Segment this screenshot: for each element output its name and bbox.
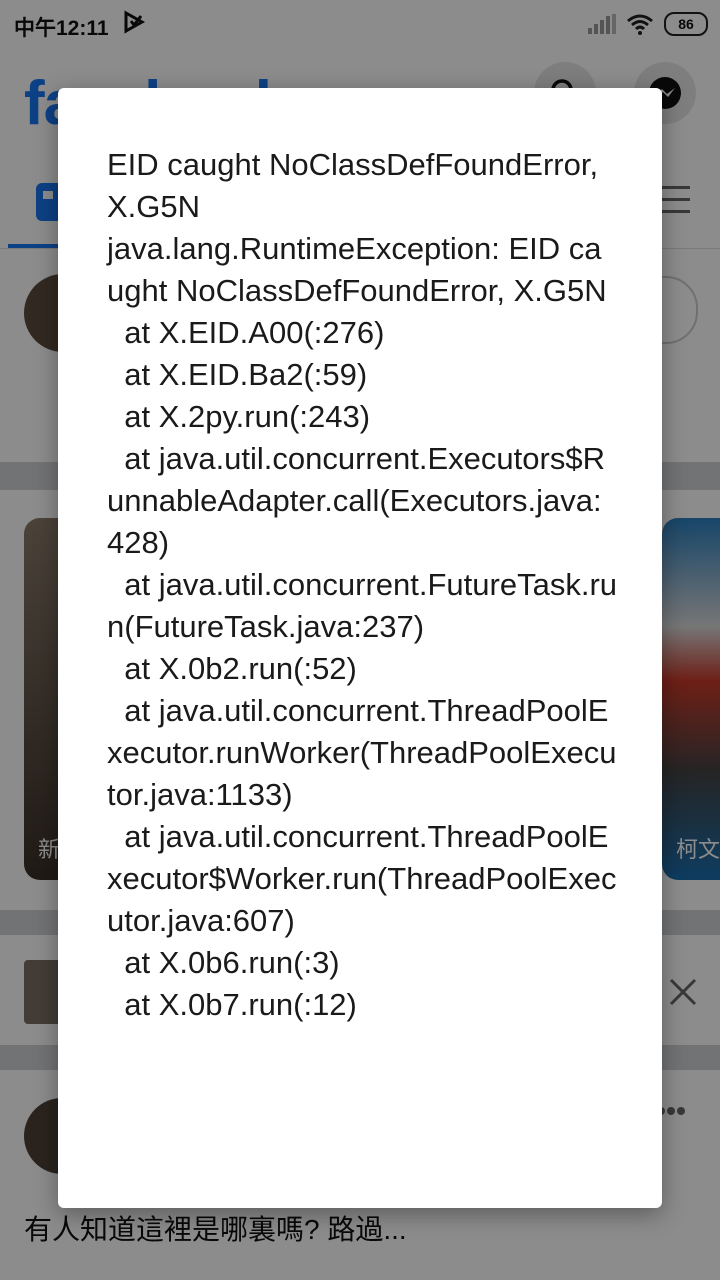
error-dialog: EID caught NoClassDefFoundError, X.G5N j… — [58, 88, 662, 1208]
error-message: EID caught NoClassDefFoundError, X.G5N j… — [107, 147, 618, 1022]
app-screen: 中午12:11 86 facebook — [0, 0, 720, 1280]
